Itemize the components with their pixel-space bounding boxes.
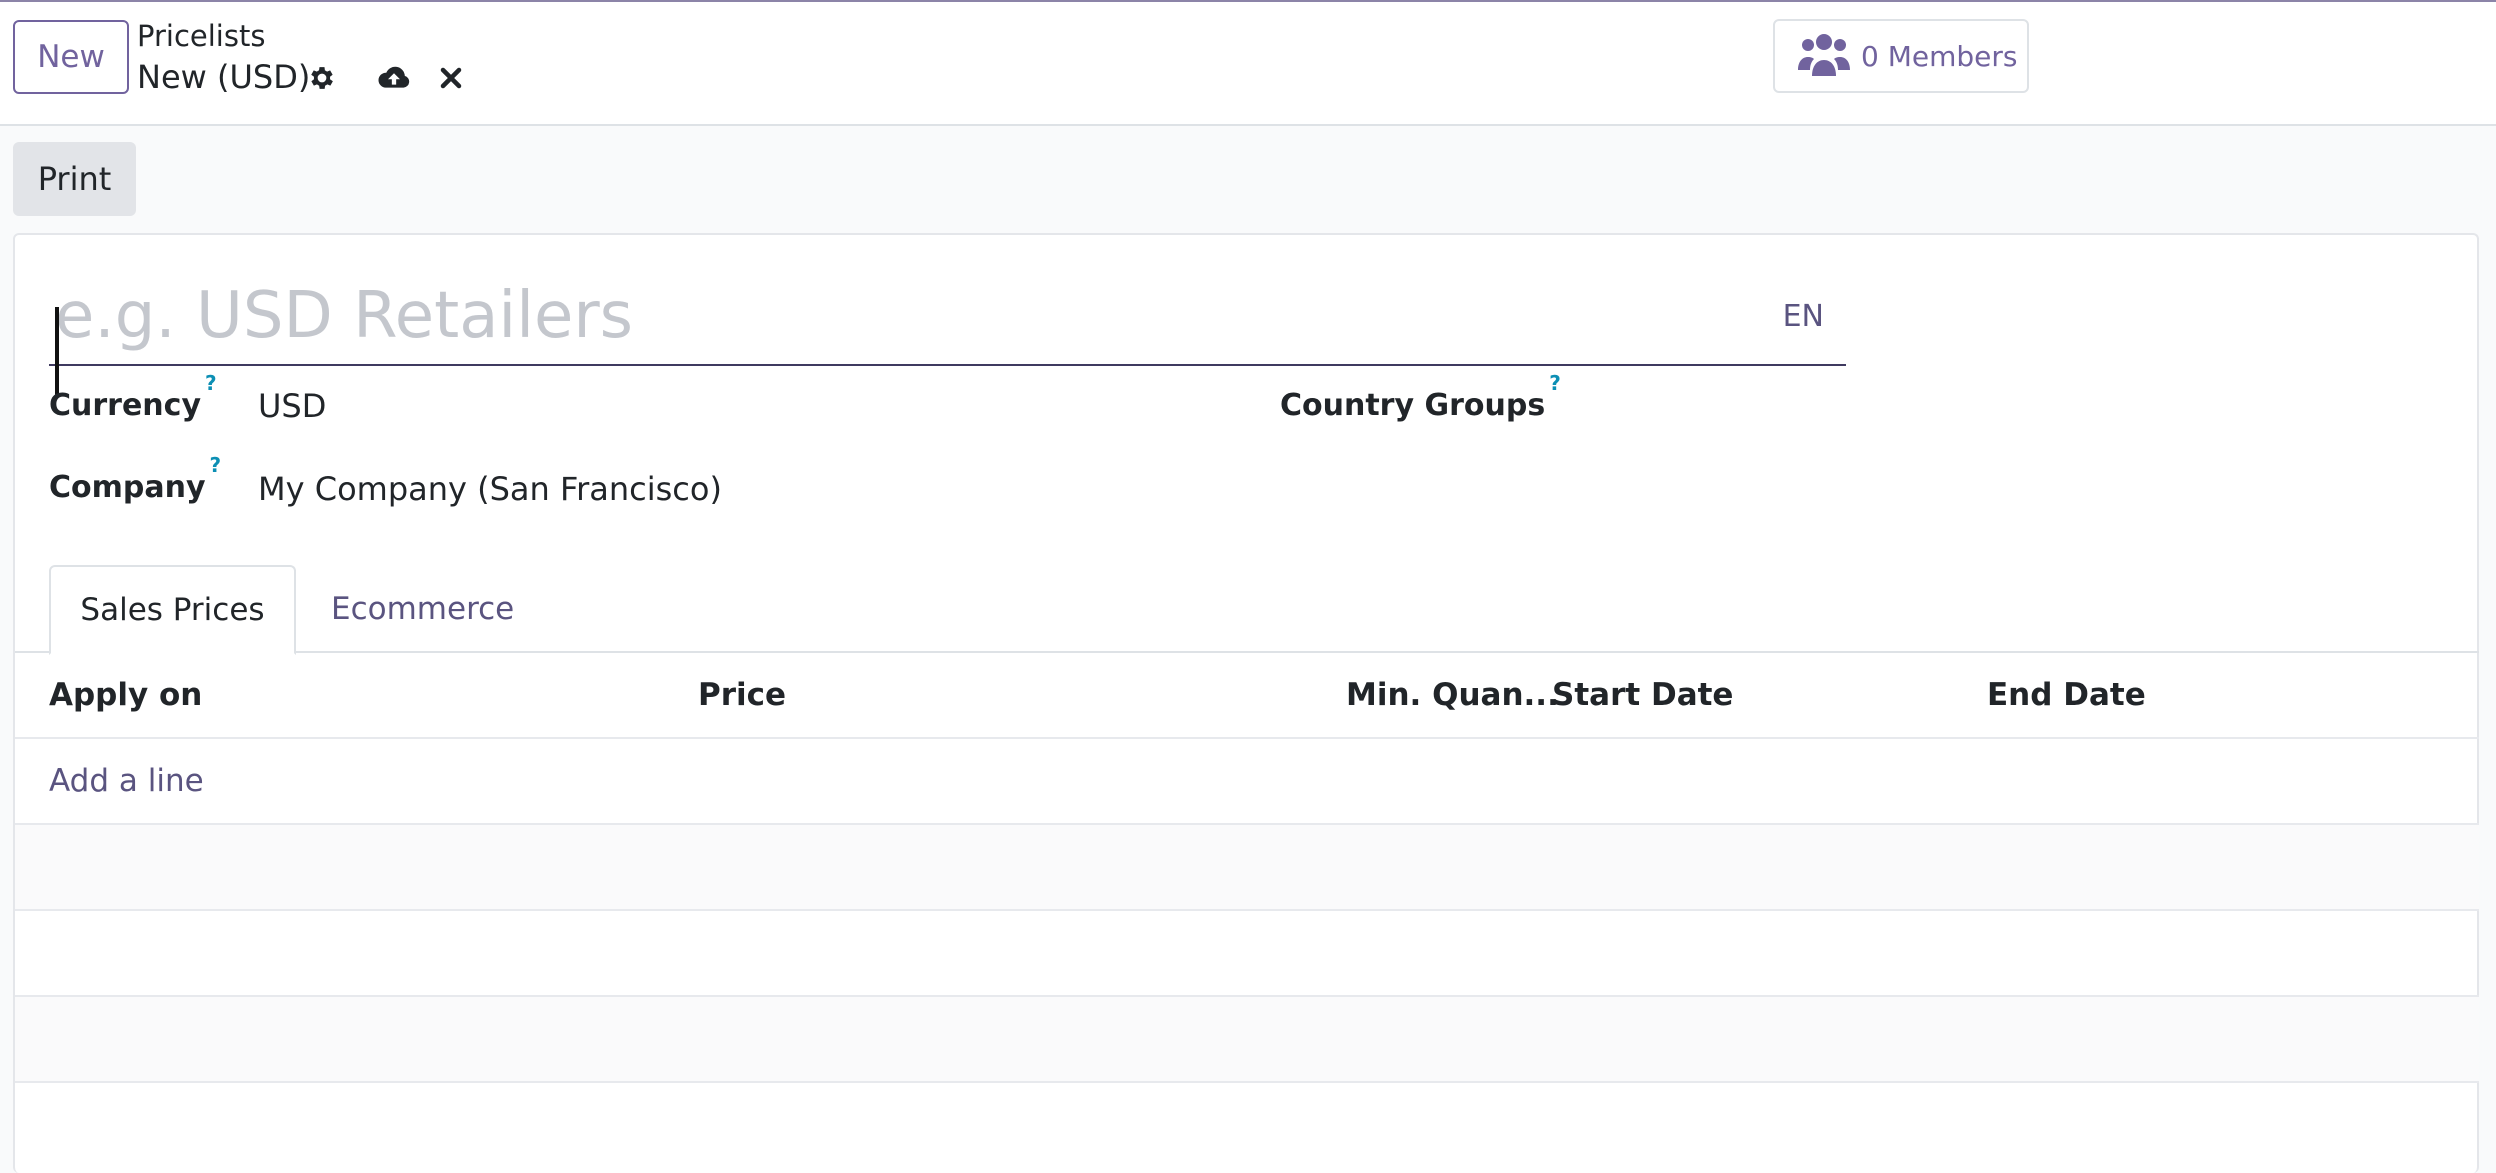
add-a-line-link[interactable]: Add a line bbox=[49, 739, 204, 823]
text-caret bbox=[55, 307, 59, 395]
company-help-icon[interactable]: ? bbox=[210, 453, 222, 477]
column-price[interactable]: Price bbox=[698, 653, 786, 737]
top-bar: New Pricelists New (USD) 0 Members bbox=[0, 0, 2496, 126]
table-row bbox=[15, 997, 2479, 1083]
company-label-text: Company bbox=[49, 470, 206, 505]
new-button[interactable]: New bbox=[13, 20, 129, 94]
form-sheet: EN Currency? USD Company? My Company (Sa… bbox=[13, 233, 2479, 1173]
company-field[interactable]: My Company (San Francisco) bbox=[258, 470, 722, 508]
members-button[interactable]: 0 Members bbox=[1773, 19, 2029, 93]
currency-label-text: Currency bbox=[49, 388, 202, 423]
column-start-date[interactable]: Start Date bbox=[1552, 653, 1733, 737]
control-panel: Print bbox=[0, 126, 2496, 232]
country-groups-label-text: Country Groups bbox=[1280, 388, 1546, 423]
table-row bbox=[15, 911, 2479, 997]
breadcrumb-pricelists[interactable]: Pricelists bbox=[137, 19, 265, 53]
column-end-date[interactable]: End Date bbox=[1987, 653, 2146, 737]
country-groups-label: Country Groups? bbox=[1280, 371, 1561, 423]
column-min-quantity[interactable]: Min. Quan... bbox=[1346, 653, 1559, 737]
notebook-tabs: Sales Prices Ecommerce bbox=[15, 565, 2479, 655]
table-row bbox=[15, 825, 2479, 911]
record-title: New (USD) bbox=[137, 58, 311, 96]
tab-sales-prices[interactable]: Sales Prices bbox=[49, 565, 296, 655]
pricelist-name-field: EN bbox=[49, 271, 1846, 395]
users-icon bbox=[1797, 30, 1851, 82]
currency-field[interactable]: USD bbox=[258, 387, 326, 425]
tab-ecommerce[interactable]: Ecommerce bbox=[331, 565, 514, 653]
company-label: Company? bbox=[49, 453, 221, 505]
print-button[interactable]: Print bbox=[13, 142, 136, 216]
members-label: 0 Members bbox=[1861, 39, 2018, 73]
gear-icon[interactable] bbox=[304, 60, 340, 96]
cloud-upload-icon[interactable] bbox=[376, 60, 412, 96]
country-groups-field[interactable] bbox=[1555, 387, 2155, 427]
column-apply-on[interactable]: Apply on bbox=[49, 653, 202, 737]
close-icon[interactable] bbox=[433, 60, 469, 96]
language-badge[interactable]: EN bbox=[1783, 299, 1824, 334]
currency-help-icon[interactable]: ? bbox=[205, 371, 217, 395]
currency-label: Currency? bbox=[49, 371, 217, 423]
table-row-add: Add a line bbox=[15, 739, 2479, 825]
pricelist-name-input[interactable] bbox=[55, 271, 1755, 361]
